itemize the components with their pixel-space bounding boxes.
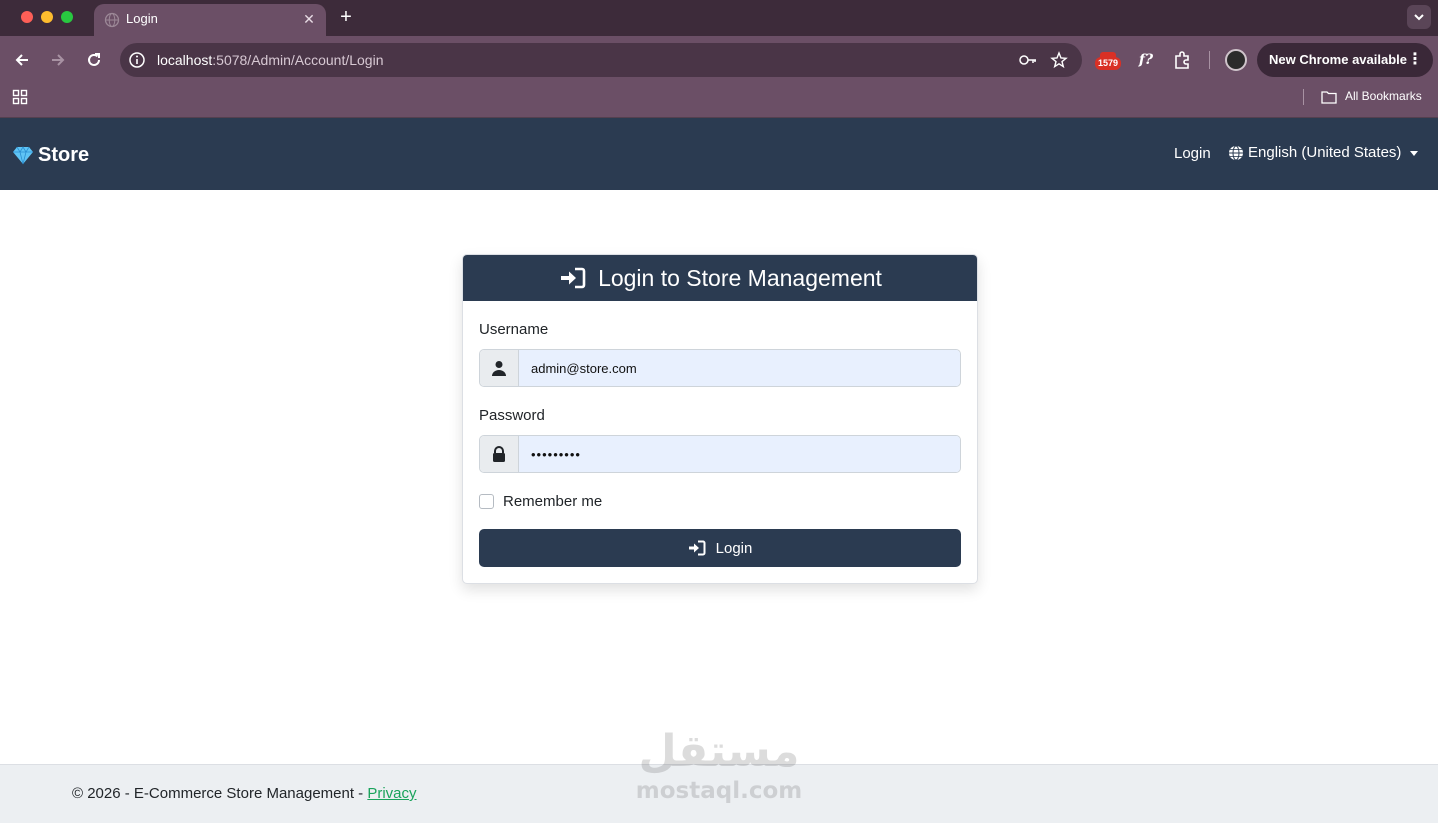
username-label: Username (479, 321, 549, 338)
url-text: localhost:5078/Admin/Account/Login (157, 52, 384, 68)
function-extension-icon[interactable]: f? (1137, 51, 1155, 69)
all-bookmarks-link[interactable]: All Bookmarks (1345, 89, 1422, 103)
footer-text: © 2026 - E-Commerce Store Management - P… (72, 785, 417, 802)
language-label: English (United States) (1248, 144, 1402, 161)
username-input-group (479, 349, 961, 387)
chrome-update-label: New Chrome available (1269, 52, 1407, 67)
remember-me-checkbox[interactable] (479, 494, 494, 509)
mostaql-watermark: مستقل mostaql.com (630, 724, 808, 808)
bookmarks-bar (0, 84, 1438, 118)
new-tab-button[interactable]: + (336, 6, 356, 28)
login-button-label: Login (715, 539, 753, 557)
key-icon[interactable] (1018, 52, 1038, 68)
browser-tab-strip: Login ✕ + (0, 0, 1438, 36)
remember-me-label[interactable]: Remember me (503, 493, 602, 510)
username-input[interactable] (519, 350, 960, 386)
login-title: Login to Store Management (598, 264, 882, 291)
star-icon[interactable] (1050, 51, 1068, 69)
tab-title: Login (126, 11, 158, 26)
password-label: Password (479, 407, 545, 424)
browser-tab-login[interactable]: Login ✕ (94, 4, 326, 36)
sign-in-icon (688, 540, 706, 556)
close-icon[interactable]: ✕ (300, 10, 318, 28)
login-submit-button[interactable]: Login (479, 529, 961, 567)
copyright-text: © 2026 - E-Commerce Store Management - (72, 785, 368, 802)
browser-toolbar: localhost:5078/Admin/Account/Login 1579 … (0, 36, 1438, 84)
extension-badge: 1579 (1095, 57, 1122, 70)
globe-icon (1229, 145, 1243, 160)
bookmarks-divider (1303, 89, 1304, 105)
privacy-link[interactable]: Privacy (367, 785, 416, 802)
chrome-update-button[interactable]: New Chrome available ⋮ (1257, 43, 1433, 77)
info-icon[interactable] (128, 51, 146, 69)
back-arrow-icon[interactable] (10, 48, 34, 72)
site-navbar: Store Login English (United States) (0, 118, 1438, 190)
window-zoom-button[interactable] (61, 11, 73, 23)
window-minimize-button[interactable] (41, 11, 53, 23)
toolbar-divider (1209, 51, 1210, 69)
password-addon (480, 436, 519, 472)
sign-in-icon (561, 267, 586, 289)
chevron-down-icon (1414, 14, 1424, 21)
password-input[interactable] (519, 436, 960, 472)
login-card-header: Login to Store Management (463, 255, 977, 301)
remember-me-row: Remember me (479, 493, 602, 510)
username-addon (480, 350, 519, 386)
login-card: Login to Store Management Username Passw… (462, 254, 978, 584)
puzzle-icon[interactable] (1171, 49, 1193, 71)
tab-search-button[interactable] (1407, 5, 1431, 29)
address-bar[interactable]: localhost:5078/Admin/Account/Login (120, 43, 1082, 77)
reload-icon[interactable] (82, 48, 106, 72)
caret-down-icon (1410, 150, 1419, 156)
lock-icon (493, 446, 505, 462)
watermark-arabic: مستقل (638, 726, 800, 777)
nav-login-link[interactable]: Login (1174, 145, 1211, 162)
url-path: :5078/Admin/Account/Login (212, 52, 384, 68)
brand-link[interactable]: Store (12, 142, 89, 168)
url-host: localhost (157, 52, 213, 68)
globe-icon (104, 12, 120, 28)
window-close-button[interactable] (21, 11, 33, 23)
profile-avatar[interactable] (1225, 49, 1247, 71)
watermark-latin: mostaql.com (635, 778, 803, 804)
forward-arrow-icon[interactable] (46, 48, 70, 72)
gem-icon (13, 146, 33, 165)
password-input-group (479, 435, 961, 473)
more-vert-icon[interactable]: ⋮ (1407, 51, 1423, 69)
language-dropdown[interactable]: English (United States) (1228, 144, 1419, 161)
user-icon (492, 361, 506, 376)
brand-name: Store (38, 143, 90, 166)
folder-icon[interactable] (1321, 90, 1337, 104)
apps-grid-icon[interactable] (12, 89, 28, 105)
